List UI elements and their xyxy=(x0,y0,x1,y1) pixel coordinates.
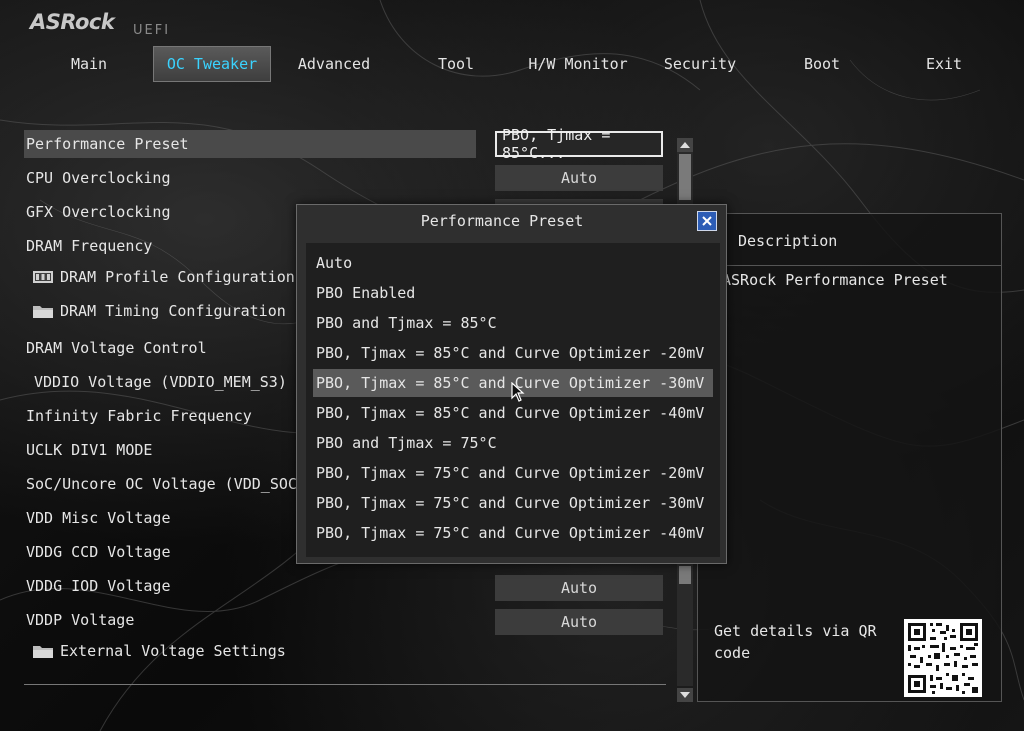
setting-label: DRAM Voltage Control xyxy=(26,339,207,357)
description-title: Description xyxy=(738,232,838,250)
asrock-logo: ASRock UEFI xyxy=(30,8,168,40)
setting-vddp-voltage[interactable]: VDDP Voltage xyxy=(24,606,476,634)
folder-icon xyxy=(33,646,53,658)
setting-label: UCLK DIV1 MODE xyxy=(26,441,153,459)
setting-label: SoC/Uncore OC Voltage (VDD_SOC) xyxy=(26,475,306,493)
tab-hw-monitor[interactable]: H/W Monitor xyxy=(519,46,637,82)
setting-label: DRAM Frequency xyxy=(26,237,153,255)
setting-label: VDDG IOD Voltage xyxy=(26,577,171,595)
setting-vddg-iod-voltage[interactable]: VDDG IOD Voltage xyxy=(24,572,476,600)
description-divider xyxy=(698,265,1001,266)
qr-label: Get details via QR code xyxy=(714,622,877,662)
setting-label: CPU Overclocking xyxy=(26,169,171,187)
cpu-overclocking-value[interactable]: Auto xyxy=(495,165,663,191)
option-pbo-85-co-40[interactable]: PBO, Tjmax = 85°C and Curve Optimizer -4… xyxy=(313,399,713,427)
tab-tool[interactable]: Tool xyxy=(397,46,515,82)
tab-advanced[interactable]: Advanced xyxy=(275,46,393,82)
setting-cpu-overclocking[interactable]: CPU Overclocking xyxy=(24,164,476,192)
setting-label: DRAM Profile Configuration xyxy=(60,268,295,286)
setting-label: VDDP Voltage xyxy=(26,611,135,629)
performance-preset-value[interactable]: PBO, Tjmax = 85°C... xyxy=(495,126,663,162)
option-pbo-tjmax-75[interactable]: PBO and Tjmax = 75°C xyxy=(313,429,713,457)
folder-icon xyxy=(33,306,53,318)
option-pbo-enabled[interactable]: PBO Enabled xyxy=(313,279,713,307)
setting-label: VDDG CCD Voltage xyxy=(26,543,171,561)
logo-subtext: UEFI xyxy=(133,23,171,38)
tab-exit[interactable]: Exit xyxy=(885,46,1003,82)
mouse-cursor-icon xyxy=(511,382,525,402)
logo-text: ASRock xyxy=(30,10,115,34)
qr-code-icon xyxy=(904,619,982,697)
setting-label: Performance Preset xyxy=(26,135,189,153)
option-pbo-75-co-20[interactable]: PBO, Tjmax = 75°C and Curve Optimizer -2… xyxy=(313,459,713,487)
tab-main[interactable]: Main xyxy=(30,46,148,82)
option-pbo-85-co-20[interactable]: PBO, Tjmax = 85°C and Curve Optimizer -2… xyxy=(313,339,713,367)
main-tab-bar: Main OC Tweaker Advanced Tool H/W Monito… xyxy=(28,44,1018,84)
arrow-up-icon xyxy=(680,142,690,148)
setting-label: VDD Misc Voltage xyxy=(26,509,171,527)
arrow-down-icon xyxy=(680,692,690,698)
scrollbar-thumb[interactable] xyxy=(679,154,691,200)
memory-module-icon xyxy=(33,271,53,283)
scroll-up-button[interactable] xyxy=(677,138,693,152)
scrollbar-thumb-lower[interactable] xyxy=(679,566,691,584)
option-auto[interactable]: Auto xyxy=(313,249,713,277)
setting-label: External Voltage Settings xyxy=(60,642,286,660)
tab-security[interactable]: Security xyxy=(641,46,759,82)
popup-title: Performance Preset xyxy=(420,212,584,230)
close-button[interactable] xyxy=(697,211,717,231)
vddg-iod-voltage-value[interactable]: Auto xyxy=(495,575,663,601)
option-pbo-75-co-30[interactable]: PBO, Tjmax = 75°C and Curve Optimizer -3… xyxy=(313,489,713,517)
tab-boot[interactable]: Boot xyxy=(763,46,881,82)
setting-label: DRAM Timing Configuration xyxy=(60,302,286,320)
description-text: ASRock Performance Preset xyxy=(722,271,948,289)
vddp-voltage-value[interactable]: Auto xyxy=(495,609,663,635)
list-divider xyxy=(24,684,666,685)
setting-label: Infinity Fabric Frequency xyxy=(26,407,252,425)
tab-oc-tweaker[interactable]: OC Tweaker xyxy=(153,46,271,82)
close-icon xyxy=(702,216,712,226)
scroll-down-button[interactable] xyxy=(677,688,693,702)
setting-external-voltage-settings[interactable]: External Voltage Settings xyxy=(24,637,476,665)
setting-label: VDDIO Voltage (VDDIO_MEM_S3) xyxy=(34,373,287,391)
setting-performance-preset[interactable]: Performance Preset xyxy=(24,130,476,158)
setting-label: GFX Overclocking xyxy=(26,203,171,221)
option-pbo-tjmax-85[interactable]: PBO and Tjmax = 85°C xyxy=(313,309,713,337)
description-panel: Description ASRock Performance Preset Ge… xyxy=(697,213,1002,702)
option-pbo-75-co-40[interactable]: PBO, Tjmax = 75°C and Curve Optimizer -4… xyxy=(313,519,713,547)
